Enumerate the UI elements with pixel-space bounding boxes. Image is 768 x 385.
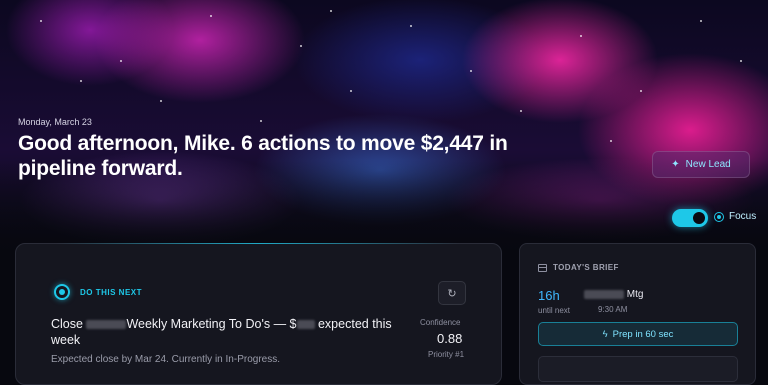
lightning-icon: ϟ (602, 328, 608, 340)
prep-button[interactable]: ϟ Prep in 60 sec (538, 322, 738, 346)
task-subtitle: Expected close by Mar 24. Currently in I… (51, 354, 280, 365)
brief-next-item[interactable] (538, 356, 738, 382)
focus-label: Focus (729, 211, 757, 222)
meeting-suffix: Mtg (626, 289, 644, 300)
calendar-icon (538, 264, 547, 272)
task-title-prefix: Close (51, 317, 83, 331)
next-meeting[interactable]: Mtg (584, 289, 643, 300)
task-title-middle: Weekly Marketing To Do's — $ (126, 317, 297, 331)
task-title[interactable]: Close Weekly Marketing To Do's — $ expec… (51, 316, 401, 348)
focus-toggle[interactable] (672, 209, 708, 227)
refresh-icon: ↻ (447, 287, 457, 300)
hero-banner (0, 0, 768, 250)
todays-brief-card: TODAY'S BRIEF 16h until next Mtg 9:30 AM… (519, 243, 756, 385)
next-action-card: DO THIS NEXT ↻ Close Weekly Marketing To… (15, 243, 502, 385)
target-icon (54, 284, 70, 300)
hours-until-next: 16h (538, 288, 560, 303)
prep-label: Prep in 60 sec (612, 328, 674, 340)
redacted-amount (296, 320, 315, 330)
priority-label: Priority #1 (428, 350, 465, 359)
until-next-label: until next (538, 306, 571, 315)
greeting-headline: Good afternoon, Mike. 6 actions to move … (18, 132, 508, 180)
new-lead-button[interactable]: ✦ New Lead (652, 151, 750, 178)
confidence-value: 0.88 (437, 331, 463, 346)
focus-radio-icon[interactable] (714, 212, 724, 222)
section-label: DO THIS NEXT (80, 288, 143, 297)
toggle-knob (693, 212, 705, 224)
refresh-button[interactable]: ↻ (438, 281, 466, 305)
current-date: Monday, March 23 (18, 117, 92, 127)
sparkle-icon: ✦ (671, 159, 680, 170)
brief-title: TODAY'S BRIEF (553, 263, 619, 272)
redacted-meeting-name (584, 289, 624, 299)
new-lead-label: New Lead (685, 159, 731, 170)
confidence-label: Confidence (420, 318, 461, 327)
redacted-name (86, 320, 127, 330)
meeting-time: 9:30 AM (598, 305, 628, 314)
